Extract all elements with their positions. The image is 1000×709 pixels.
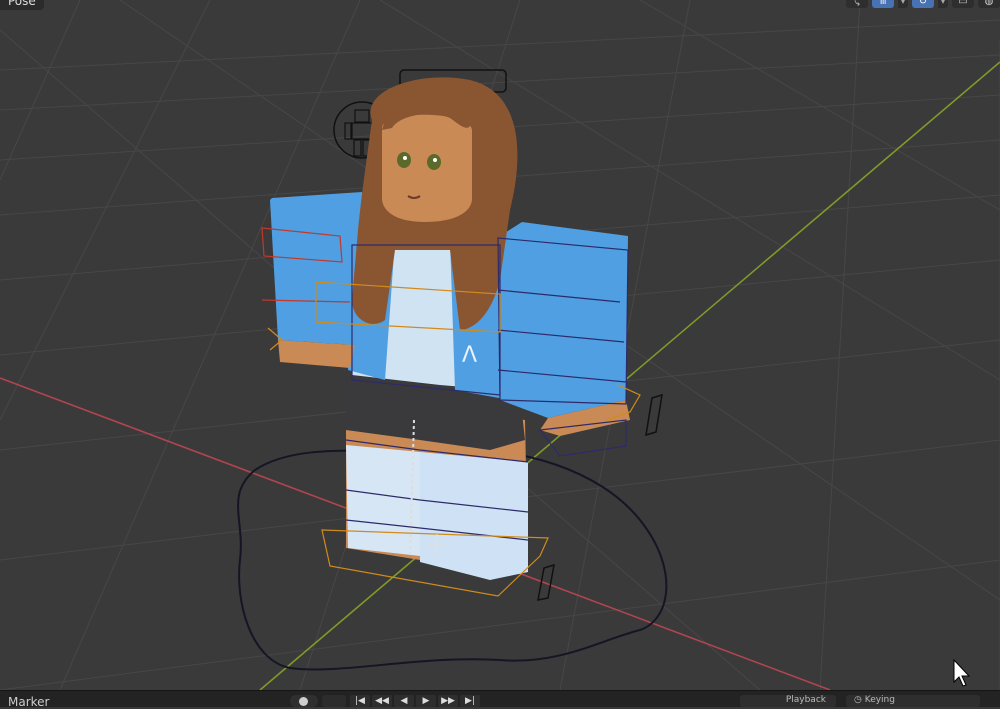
- pivot-icon[interactable]: ⤹: [846, 0, 868, 8]
- logo-mark: Λ: [462, 343, 477, 368]
- snap-icon[interactable]: ⋔: [872, 0, 894, 8]
- viewport-shading-icon[interactable]: ◍: [978, 0, 1000, 8]
- playback-label: Playback: [785, 695, 826, 705]
- mouse-pointer-icon: [953, 658, 971, 687]
- header-tools: ⤹ ⋔ ▾ ↻ ▾ ▭ ◍: [846, 0, 1000, 10]
- marker-menu[interactable]: Marker: [8, 695, 49, 709]
- playback-menu[interactable]: Playback: [740, 695, 836, 707]
- overlay-icon[interactable]: ▭: [952, 0, 974, 8]
- jump-keyframe-back-button[interactable]: ◀◀: [372, 695, 392, 707]
- record-icon[interactable]: [290, 695, 318, 707]
- play-button[interactable]: ▶: [416, 695, 436, 707]
- mode-label: Pose: [8, 0, 36, 8]
- transport-controls: |◀ ◀◀ ◀ ▶ ▶▶ ▶|: [350, 695, 480, 707]
- jump-start-button[interactable]: |◀: [350, 695, 370, 707]
- keying-stopwatch-icon: ◷: [854, 695, 862, 705]
- proportional-dropdown[interactable]: ▾: [938, 0, 948, 8]
- pole-target[interactable]: [645, 393, 663, 437]
- keying-menu[interactable]: ◷ Keying: [846, 695, 980, 707]
- scene[interactable]: Λ: [0, 0, 1000, 690]
- mode-selector[interactable]: Pose: [0, 0, 44, 10]
- jump-end-button[interactable]: ▶|: [460, 695, 480, 707]
- snap-dropdown[interactable]: ▾: [898, 0, 908, 8]
- play-reverse-button[interactable]: ◀: [394, 695, 414, 707]
- keying-label: Keying: [864, 695, 895, 705]
- record-options[interactable]: [322, 695, 346, 707]
- proportional-edit-icon[interactable]: ↻: [912, 0, 934, 8]
- jump-keyframe-forward-button[interactable]: ▶▶: [438, 695, 458, 707]
- 3d-viewport[interactable]: Λ Pose ⤹ ⋔ ▾ ↻ ▾ ▭ ◍: [0, 0, 1000, 690]
- timeline-header: Marker |◀ ◀◀ ◀ ▶ ▶▶ ▶| Playback ◷ Keying: [0, 690, 1000, 709]
